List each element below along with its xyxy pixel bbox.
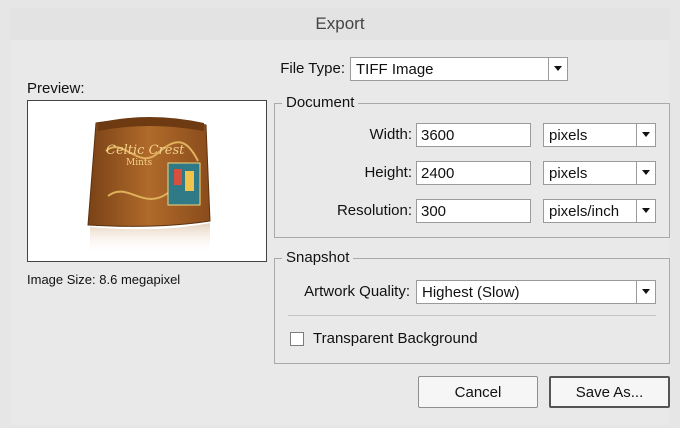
- chevron-down-icon: [548, 58, 567, 80]
- transparent-background-checkbox[interactable]: [290, 332, 304, 346]
- preview-label: Preview:: [27, 80, 85, 97]
- chevron-down-icon: [636, 124, 655, 146]
- chevron-down-icon: [636, 200, 655, 222]
- file-type-value: TIFF Image: [356, 60, 434, 78]
- artwork-quality-label: Artwork Quality:: [304, 283, 410, 300]
- document-legend: Document: [282, 94, 359, 111]
- cancel-button[interactable]: Cancel: [418, 376, 538, 408]
- preview-image: Celtic Crest Mints: [27, 100, 267, 262]
- resolution-unit-select[interactable]: pixels/inch: [543, 199, 656, 223]
- height-input[interactable]: 2400: [416, 161, 531, 185]
- window-title: Export: [315, 14, 365, 33]
- width-input[interactable]: 3600: [416, 123, 531, 147]
- save-as-button[interactable]: Save As...: [549, 376, 670, 408]
- resolution-unit-value: pixels/inch: [549, 202, 620, 220]
- snapshot-legend: Snapshot: [282, 249, 354, 266]
- image-size-label: Image Size: 8.6 megapixel: [27, 272, 181, 287]
- height-unit-select[interactable]: pixels: [543, 161, 656, 185]
- resolution-input[interactable]: 300: [416, 199, 531, 223]
- artwork-quality-value: Highest (Slow): [422, 283, 520, 301]
- resolution-label: Resolution:: [336, 202, 412, 219]
- height-label: Height:: [364, 164, 412, 181]
- width-unit-value: pixels: [549, 126, 588, 144]
- artwork-quality-select[interactable]: Highest (Slow): [416, 280, 656, 304]
- width-label: Width:: [369, 126, 412, 143]
- height-unit-value: pixels: [549, 164, 588, 182]
- file-type-select[interactable]: TIFF Image: [350, 57, 568, 81]
- chevron-down-icon: [636, 281, 655, 303]
- transparent-background-label[interactable]: Transparent Background: [313, 330, 478, 347]
- package-preview-graphic: [87, 117, 211, 254]
- window-title-bar[interactable]: Export: [10, 8, 670, 41]
- snapshot-divider: [288, 315, 656, 316]
- width-unit-select[interactable]: pixels: [543, 123, 656, 147]
- package-brand-text: Celtic Crest: [106, 143, 185, 158]
- snapshot-group: [274, 258, 670, 364]
- package-sub-text: Mints: [126, 158, 153, 168]
- file-type-label: File Type:: [280, 60, 345, 77]
- chevron-down-icon: [636, 162, 655, 184]
